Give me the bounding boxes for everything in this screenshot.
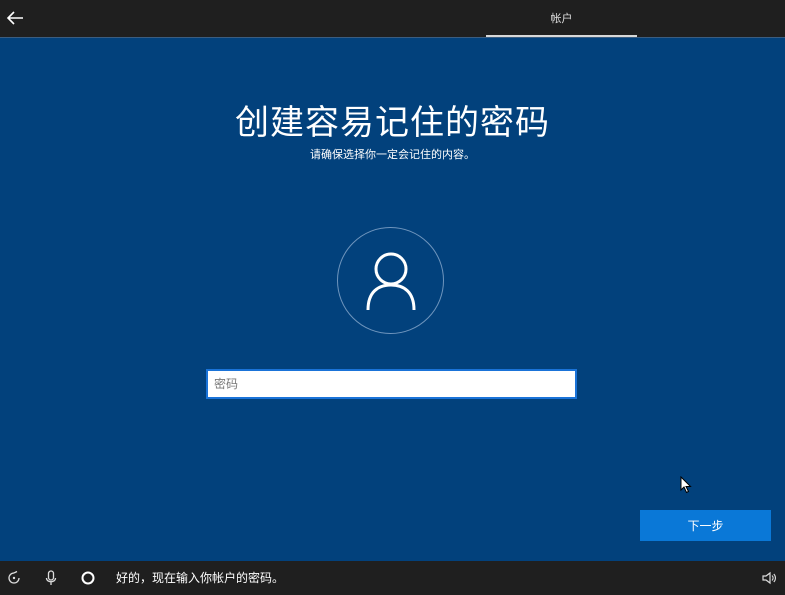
- top-divider: [0, 37, 785, 38]
- tab-account-label: 帐户: [550, 12, 573, 25]
- cortana-circle-icon: [81, 571, 95, 585]
- back-button[interactable]: [4, 7, 26, 29]
- tab-account[interactable]: 帐户: [486, 0, 637, 37]
- next-button[interactable]: 下一步: [640, 510, 771, 541]
- page-title: 创建容易记住的密码: [235, 103, 550, 143]
- ease-of-access-button[interactable]: [6, 570, 22, 586]
- avatar: [337, 227, 444, 334]
- volume-button[interactable]: [761, 570, 777, 586]
- assistant-message: 好的，现在输入你帐户的密码。: [116, 571, 285, 585]
- bottom-bar: 好的，现在输入你帐户的密码。: [0, 561, 785, 595]
- back-arrow-icon: [6, 11, 23, 25]
- cortana-button[interactable]: [80, 570, 96, 586]
- microphone-icon: [45, 570, 57, 585]
- page-subtitle: 请确保选择你一定会记住的内容。: [310, 148, 475, 161]
- top-bar: 帐户: [0, 0, 785, 37]
- mouse-pointer-icon: [680, 476, 692, 494]
- user-icon: [366, 252, 416, 311]
- microphone-button[interactable]: [43, 570, 59, 586]
- ease-of-access-icon: [8, 570, 20, 584]
- password-input[interactable]: [206, 369, 577, 399]
- volume-icon: [762, 571, 776, 585]
